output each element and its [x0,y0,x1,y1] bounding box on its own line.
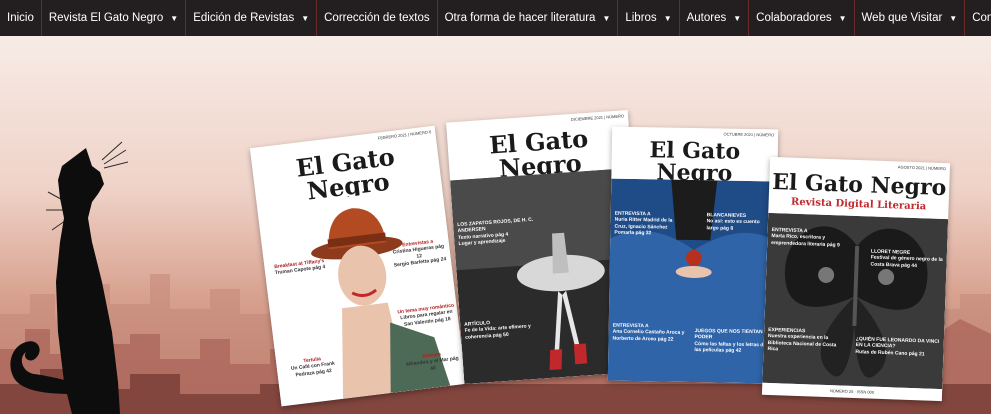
nav-item-otra-forma-de-hacer-literatura[interactable]: Otra forma de hacer literatura ▼ [438,0,619,36]
cover-blurb: Ana Cornelio Castaño Aroca y Norberto de… [612,328,685,343]
cover-blurb: JUEGOS QUE NOS TIENTAN PODER [694,328,763,341]
nav-item-label: Corrección de textos [324,12,430,24]
chevron-down-icon: ▼ [949,13,958,23]
cover-title: El Gato Negro [771,169,947,202]
chevron-down-icon: ▼ [602,13,611,23]
nav-item-libros[interactable]: Libros ▼ [618,0,680,36]
cover-blurb: ¿QUIÉN FUE LEONARDO DA VINCI EN LA CIENC… [855,336,940,350]
nav-item-label: Web que Visitar [861,12,943,24]
cover-blurb: Cómo las faltas y los letras de las pelí… [694,340,767,354]
chevron-down-icon: ▼ [170,13,179,23]
cover-issue-date: DICIEMBRE 2021 | NÚMERO [570,113,625,122]
nav-item-label: Otra forma de hacer literatura [444,12,596,24]
magazine-cover-3[interactable]: OCTUBRE 2021 | NÚMERO El Gato Negro Revi… [607,126,779,384]
black-cat-silhouette-icon [10,141,129,414]
nav-item-contacto[interactable]: Contacto [965,0,991,36]
nav-item-inicio[interactable]: Inicio [0,0,42,36]
nav-item-label: Colaboradores [756,12,832,24]
main-navigation: Inicio Revista El Gato Negro ▼ Edición de… [0,0,991,36]
nav-item-colaboradores[interactable]: Colaboradores ▼ [749,0,855,36]
nav-item-edicion-de-revistas[interactable]: Edición de Revistas ▼ [186,0,318,36]
cover-issue-date: AGOSTO 2021 | NÚMERO [897,164,946,172]
chevron-down-icon: ▼ [838,13,847,23]
cover-issue-date: FEBRERO 2021 | NÚMERO 6 [377,129,432,141]
cover-blurb: Alhambra y el Mar pág 40 [405,355,460,372]
nav-item-label: Contacto [972,12,991,24]
cover-blurb: Marta Rico, escritora y emprendedora lit… [771,233,840,248]
nav-item-label: Revista El Gato Negro [48,12,164,24]
magazine-cover-4[interactable]: AGOSTO 2021 | NÚMERO El Gato Negro Revis… [761,156,951,402]
nav-item-revista-el-gato-negro[interactable]: Revista El Gato Negro ▼ [42,0,187,36]
nav-item-label: Inicio [7,12,34,24]
nav-item-label: Autores [686,12,727,24]
cover-blurb: Festival de género negro de la Costa Bra… [870,254,943,269]
magazine-cover-1[interactable]: FEBRERO 2021 | NÚMERO 6 El Gato Negro Re… [249,125,467,407]
cover-blurb: Nuestra experiencia en la Biblioteca Nac… [767,333,837,353]
chevron-down-icon: ▼ [663,13,672,23]
hero-banner: FEBRERO 2021 | NÚMERO 6 El Gato Negro Re… [0,36,991,414]
cover-blurb: No así: esto es cuento largo pág 8 [706,218,760,232]
cover-issue-date: OCTUBRE 2021 | NÚMERO [723,131,775,138]
cover-blurb: Nuria Ritter Madrid de la Cruz, Ignacio … [614,216,673,237]
chevron-down-icon: ▼ [733,13,742,23]
nav-item-autores[interactable]: Autores ▼ [680,0,750,36]
nav-item-web-que-visitar[interactable]: Web que Visitar ▼ [855,0,966,36]
nav-item-label: Libros [625,12,657,24]
nav-item-label: Edición de Revistas [193,12,295,24]
nav-item-correccion-de-textos[interactable]: Corrección de textos [317,0,438,36]
chevron-down-icon: ▼ [301,13,310,23]
